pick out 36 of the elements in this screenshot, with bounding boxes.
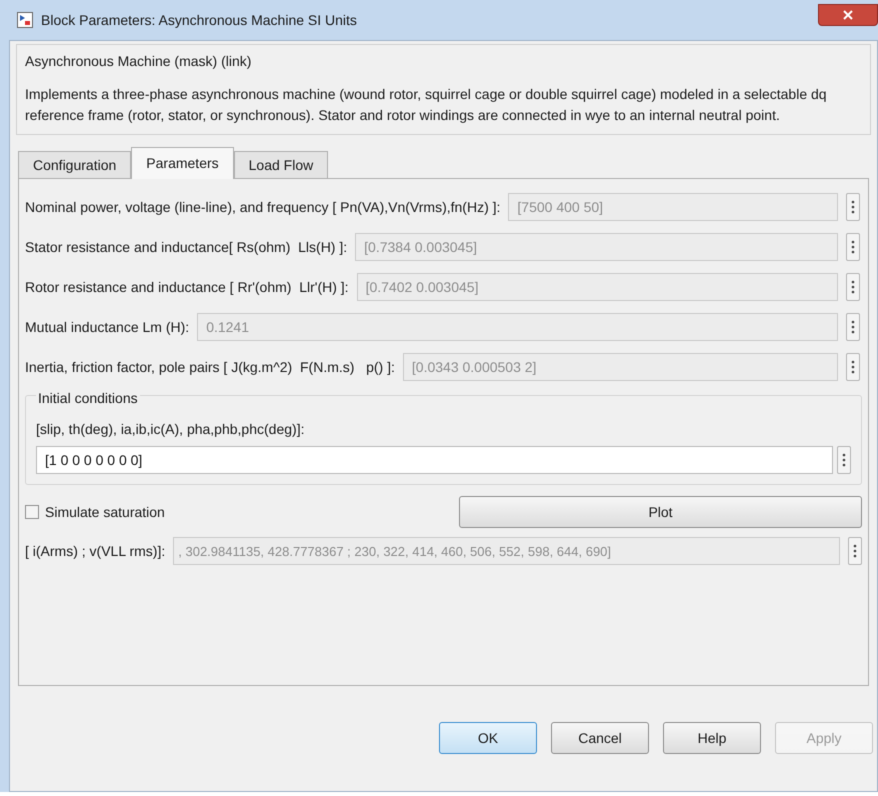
options-button[interactable] bbox=[848, 537, 862, 565]
vertical-dots-icon bbox=[851, 240, 855, 254]
vertical-dots-icon bbox=[842, 453, 846, 467]
window-title: Block Parameters: Asynchronous Machine SI Units bbox=[41, 10, 357, 30]
options-button[interactable] bbox=[846, 313, 860, 341]
parameter-label: [slip, th(deg), ia,ib,ic(A), pha,phb,phc(deg)]: bbox=[36, 420, 306, 439]
parameter-label: [ i(Arms) ; v(VLL rms)]: bbox=[25, 542, 166, 561]
options-button[interactable] bbox=[846, 193, 860, 221]
dialog-button[interactable]: Cancel bbox=[551, 722, 649, 754]
parameter-label: Stator resistance and inductance[ Rs(ohm) Lls(H) ]: bbox=[25, 238, 348, 257]
mask-title: Asynchronous Machine (mask) (link) bbox=[25, 52, 252, 71]
dialog-button[interactable]: Help bbox=[663, 722, 761, 754]
vertical-dots-icon bbox=[851, 200, 855, 214]
tab[interactable]: Parameters bbox=[131, 147, 234, 179]
parameter-label: Mutual inductance Lm (H): bbox=[25, 318, 190, 337]
vertical-dots-icon bbox=[851, 320, 855, 334]
parameter-field[interactable]: [1 0 0 0 0 0 0 0] bbox=[36, 446, 833, 474]
dialog-button[interactable]: OK bbox=[439, 722, 537, 754]
vertical-dots-icon bbox=[851, 280, 855, 294]
parameter-label: Inertia, friction factor, pole pairs [ J(kg.m^2) F(N.m.s) p() ]: bbox=[25, 358, 395, 377]
close-button[interactable] bbox=[818, 4, 878, 26]
close-icon bbox=[843, 10, 853, 20]
options-button[interactable] bbox=[846, 273, 860, 301]
tab[interactable]: Configuration bbox=[18, 151, 132, 179]
vertical-dots-icon bbox=[853, 544, 857, 558]
options-button[interactable] bbox=[846, 353, 860, 381]
parameter-label: Nominal power, voltage (line-line), and frequency [ Pn(VA),Vn(Vrms),fn(Hz) ]: bbox=[25, 198, 500, 217]
mask-description: Implements a three-phase asynchronous machine (wound rotor, squirrel cage or double squirrel cage) modeled in a selectable dq reference frame (rotor, stator, or synchronous). Stator and rotor windings are connected in wye to an internal neutral point. bbox=[25, 85, 828, 125]
options-button[interactable] bbox=[846, 233, 860, 261]
options-button[interactable] bbox=[837, 446, 851, 474]
saturation-checkbox[interactable]: Simulate saturation bbox=[25, 502, 459, 522]
block-icon bbox=[17, 12, 33, 28]
parameter-label: Rotor resistance and inductance [ Rr'(ohm) Llr'(H) ]: bbox=[25, 278, 349, 297]
tab[interactable]: Load Flow bbox=[234, 151, 328, 179]
vertical-dots-icon bbox=[851, 360, 855, 374]
plot-button[interactable]: Plot bbox=[459, 496, 862, 528]
